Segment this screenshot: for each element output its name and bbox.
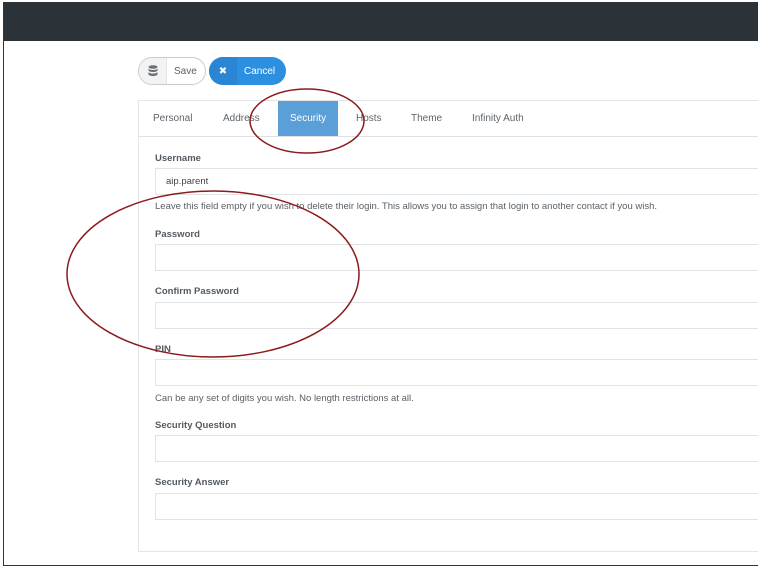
cancel-button-label: Cancel	[244, 66, 276, 77]
confirm-password-field[interactable]	[155, 302, 758, 329]
tab-personal[interactable]: Personal	[153, 101, 192, 136]
security-answer-label: Security Answer	[155, 477, 230, 488]
security-question-label: Security Question	[155, 420, 237, 431]
tab-address[interactable]: Address	[223, 101, 260, 136]
tab-hosts[interactable]: Hosts	[356, 101, 382, 136]
password-field[interactable]	[155, 244, 758, 271]
app-window: Save ✖ Cancel Personal Address Security …	[3, 2, 758, 566]
tab-theme[interactable]: Theme	[411, 101, 442, 136]
tab-security[interactable]: Security	[278, 101, 339, 136]
pin-label: PIN	[155, 344, 171, 355]
close-icon: ✖	[209, 57, 237, 85]
username-help-text: Leave this field empty if you wish to de…	[155, 201, 658, 212]
username-field[interactable]: aip.parent	[155, 168, 758, 195]
tab-infinity-auth[interactable]: Infinity Auth	[472, 101, 524, 136]
security-question-field[interactable]	[155, 435, 758, 462]
password-label: Password	[155, 229, 200, 240]
security-answer-field[interactable]	[155, 493, 758, 520]
contact-edit-panel: Personal Address Security Hosts Theme In…	[138, 100, 758, 552]
database-icon	[139, 58, 167, 84]
save-button[interactable]: Save	[138, 57, 206, 85]
top-navbar	[4, 3, 758, 41]
tab-bar: Personal Address Security Hosts Theme In…	[139, 101, 758, 137]
pin-field[interactable]	[155, 359, 758, 386]
pin-help-text: Can be any set of digits you wish. No le…	[155, 393, 414, 404]
cancel-button[interactable]: ✖ Cancel	[209, 57, 286, 85]
confirm-password-label: Confirm Password	[155, 286, 239, 297]
save-button-label: Save	[174, 66, 197, 77]
username-label: Username	[155, 153, 201, 164]
